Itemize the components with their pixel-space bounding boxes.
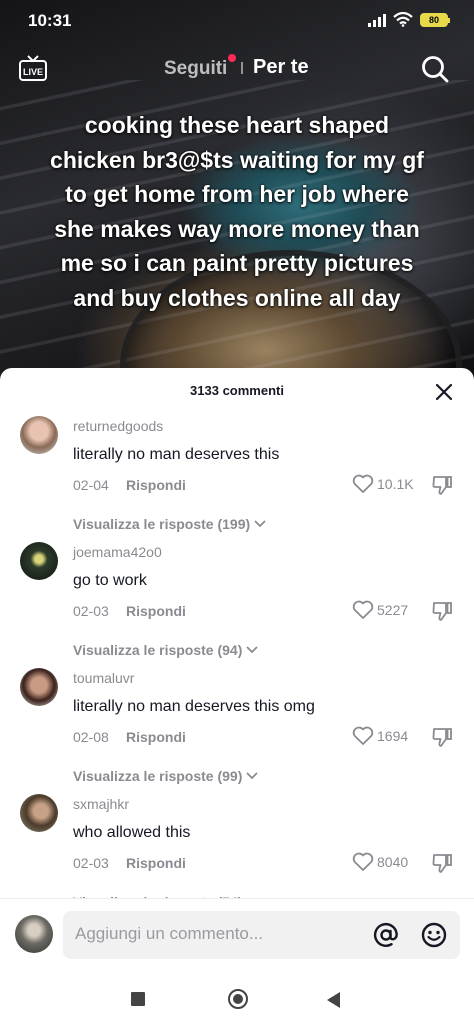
svg-text:LIVE: LIVE (23, 67, 43, 77)
signal-icon (368, 13, 386, 27)
view-replies-label: Visualizza le risposte (199) (73, 516, 251, 532)
heart-icon (352, 474, 374, 493)
like-button[interactable]: 8040 (352, 852, 408, 872)
status-icons: 80 (368, 12, 450, 27)
avatar[interactable] (20, 416, 58, 454)
my-avatar (15, 915, 53, 953)
reply-button[interactable]: Rispondi (126, 603, 186, 619)
tab-for-you[interactable]: Per te (253, 56, 309, 79)
back-button[interactable] (327, 992, 340, 1008)
comment-text: literally no man deserves this (73, 446, 280, 463)
comment-username[interactable]: sxmajhkr (73, 796, 129, 812)
reply-button[interactable]: Rispondi (126, 729, 186, 745)
comment-date: 02-03 (73, 603, 109, 619)
at-icon[interactable] (373, 922, 399, 948)
notification-dot (228, 54, 236, 62)
view-replies-label: Visualizza le risposte (94) (73, 642, 243, 658)
view-replies[interactable]: Visualizza le risposte (99) (73, 768, 259, 784)
like-button[interactable]: 5227 (352, 600, 408, 620)
chevron-down-icon (254, 520, 266, 528)
tab-following[interactable]: Seguiti (164, 58, 227, 80)
like-count: 1694 (377, 728, 409, 744)
view-replies-label: Visualizza le risposte (99) (73, 768, 243, 784)
emoji-icon[interactable] (421, 922, 447, 948)
live-icon[interactable]: LIVE (18, 54, 48, 82)
close-icon[interactable] (434, 382, 454, 402)
avatar[interactable] (20, 542, 58, 580)
chevron-down-icon (246, 772, 259, 780)
top-nav: LIVE Seguiti Per te (0, 48, 474, 88)
chevron-down-icon (246, 646, 259, 654)
reply-button[interactable]: Rispondi (126, 855, 186, 871)
comment-item: joemama42o0 go to work 02-03 Rispondi 52… (0, 542, 474, 668)
tab-separator (241, 62, 243, 74)
dislike-icon[interactable] (431, 600, 453, 622)
home-button[interactable] (228, 989, 248, 1009)
avatar[interactable] (20, 794, 58, 832)
status-time: 10:31 (28, 11, 72, 30)
dislike-icon[interactable] (431, 852, 453, 874)
view-replies[interactable]: Visualizza le risposte (94) (73, 642, 259, 658)
comment-text: who allowed this (73, 824, 191, 841)
comment-text: go to work (73, 572, 147, 589)
like-count: 8040 (377, 854, 409, 870)
comments-sheet: 3133 commenti returnedgoods literally no… (0, 368, 474, 1027)
comment-date: 02-04 (73, 477, 109, 493)
status-bar: 10:31 80 (0, 0, 474, 40)
view-replies[interactable]: Visualizza le risposte (199) (73, 516, 266, 532)
video-caption: cooking these heart shaped chicken br3@$… (50, 112, 424, 311)
wifi-icon (393, 12, 413, 27)
comment-input-container[interactable] (63, 911, 460, 959)
avatar[interactable] (20, 668, 58, 706)
like-button[interactable]: 1694 (352, 726, 408, 746)
comment-count: 3133 commenti (190, 383, 284, 398)
comment-date: 02-03 (73, 855, 109, 871)
dislike-icon[interactable] (431, 726, 453, 748)
like-count: 5227 (377, 602, 409, 618)
battery-icon: 80 (420, 12, 450, 27)
comment-input-bar (0, 898, 474, 969)
comment-username[interactable]: joemama42o0 (73, 544, 162, 560)
heart-icon (352, 600, 374, 619)
comment-username[interactable]: toumaluvr (73, 670, 134, 686)
search-icon[interactable] (420, 54, 450, 84)
comment-text: literally no man deserves this omg (73, 698, 315, 715)
comments-header: 3133 commenti (0, 368, 474, 414)
comment-input[interactable] (73, 923, 357, 945)
heart-icon (352, 726, 374, 745)
reply-button[interactable]: Rispondi (126, 477, 186, 493)
system-nav-bar (0, 968, 474, 1027)
like-button[interactable]: 10.1K (352, 474, 414, 494)
like-count: 10.1K (377, 476, 414, 492)
comment-item: returnedgoods literally no man deserves … (0, 416, 474, 542)
recents-button[interactable] (131, 992, 145, 1006)
comment-date: 02-08 (73, 729, 109, 745)
dislike-icon[interactable] (431, 474, 453, 496)
comment-item: toumaluvr literally no man deserves this… (0, 668, 474, 794)
heart-icon (352, 852, 374, 871)
comment-username[interactable]: returnedgoods (73, 418, 163, 434)
